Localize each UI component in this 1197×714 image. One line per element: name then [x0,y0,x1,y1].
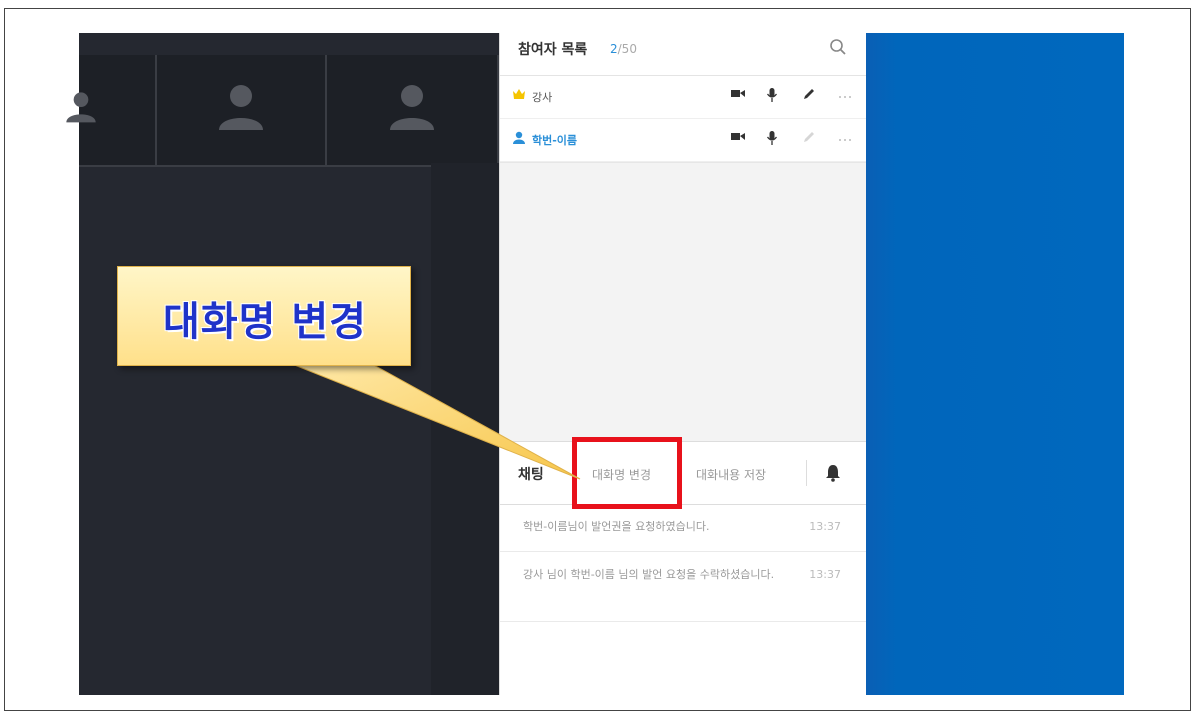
participants-panel: 참여자 목록 2/50 강사 학번-이름 채팅 대화명 변경 대화내용 저장 학… [499,33,867,695]
participant-name: 강사 [532,91,553,104]
bell-icon[interactable] [825,464,841,482]
highlight-box [572,437,682,509]
save-chat-button[interactable]: 대화내용 저장 [696,466,766,483]
chat-message: 강사 님이 학번-이름 님의 발언 요청을 수락하셨습니다. 13:37 [500,552,867,622]
participant-count-current: 2 [610,42,618,56]
callout-text: 대화명 변경 [163,299,367,345]
participant-count-max: /50 [617,42,637,56]
participant-name-self: 학번-이름 [532,134,578,147]
person-icon [390,85,434,130]
chat-message-time: 13:37 [809,520,841,533]
participant-count: 2/50 [610,42,637,56]
callout-box: 대화명 변경 [117,266,411,366]
participant-empty-area [500,163,867,441]
microphone-icon[interactable] [766,87,778,103]
chat-title: 채팅 [518,467,544,483]
chat-message-time: 13:37 [809,568,841,581]
chat-header: 채팅 대화명 변경 대화내용 저장 [500,441,867,505]
video-camera-icon[interactable] [730,130,746,142]
video-camera-icon[interactable] [730,87,746,99]
microphone-icon[interactable] [766,130,778,146]
video-thumbnail[interactable] [66,55,157,167]
person-icon [513,131,525,144]
blue-side-area [866,33,1124,695]
person-icon [219,85,263,130]
divider [806,460,807,486]
participant-row[interactable]: 학번-이름 [500,119,867,162]
video-thumbnails [66,55,499,167]
more-icon[interactable] [838,138,852,142]
crown-icon [513,89,525,99]
participants-title: 참여자 목록 [518,42,588,58]
participant-list: 강사 학번-이름 [500,76,867,163]
chat-message-text: 학번-이름님이 발언권을 요청하였습니다. [523,520,710,533]
pencil-icon [804,132,814,142]
pencil-icon[interactable] [802,87,816,101]
person-icon [66,92,96,123]
chat-message-text: 강사 님이 학번-이름 님의 발언 요청을 수락하셨습니다. [523,568,775,581]
video-thumbnail[interactable] [157,55,327,167]
video-side-shade [431,163,499,695]
chat-message: 학번-이름님이 발언권을 요청하였습니다. 13:37 [500,504,867,552]
participants-header: 참여자 목록 2/50 [500,33,867,76]
video-thumbnail[interactable] [327,55,499,167]
participant-row[interactable]: 강사 [500,76,867,119]
more-icon[interactable] [838,95,852,99]
search-icon[interactable] [829,38,847,56]
